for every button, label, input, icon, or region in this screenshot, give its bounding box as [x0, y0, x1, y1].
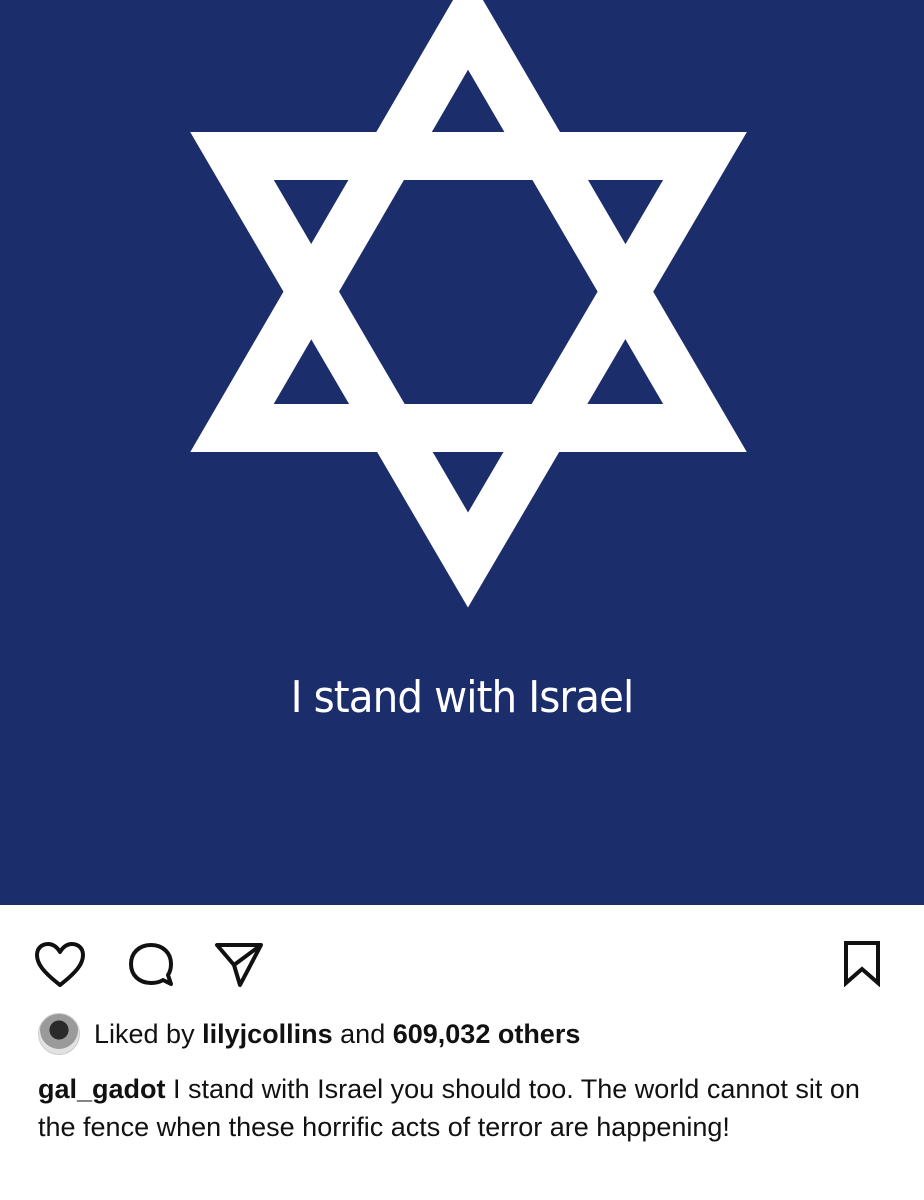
star-upward-triangle: [190, 0, 747, 452]
star-downward-triangle: [190, 132, 747, 608]
post-image-text: I stand with Israel: [290, 672, 635, 723]
likes-summary[interactable]: Liked by lilyjcollins and 609,032 others: [38, 1012, 580, 1056]
share-paper-plane-icon[interactable]: [212, 939, 266, 991]
post-image[interactable]: I stand with Israel: [0, 0, 924, 905]
star-of-david-icon: [190, 0, 747, 608]
caption-username[interactable]: gal_gadot: [38, 1074, 166, 1104]
likes-prefix: Liked by: [94, 1018, 195, 1049]
post-caption: gal_gadot I stand with Israel you should…: [38, 1070, 898, 1146]
save-bookmark-icon[interactable]: [842, 939, 882, 987]
liker-username[interactable]: lilyjcollins: [202, 1019, 333, 1049]
likes-count[interactable]: 609,032 others: [393, 1019, 581, 1049]
action-bar: [0, 905, 924, 1015]
liker-avatar[interactable]: [38, 1013, 80, 1055]
like-heart-icon[interactable]: [34, 941, 86, 989]
comment-bubble-icon[interactable]: [126, 941, 176, 989]
likes-middle: and: [340, 1018, 386, 1049]
likes-text: Liked by lilyjcollins and 609,032 others: [94, 1019, 580, 1050]
